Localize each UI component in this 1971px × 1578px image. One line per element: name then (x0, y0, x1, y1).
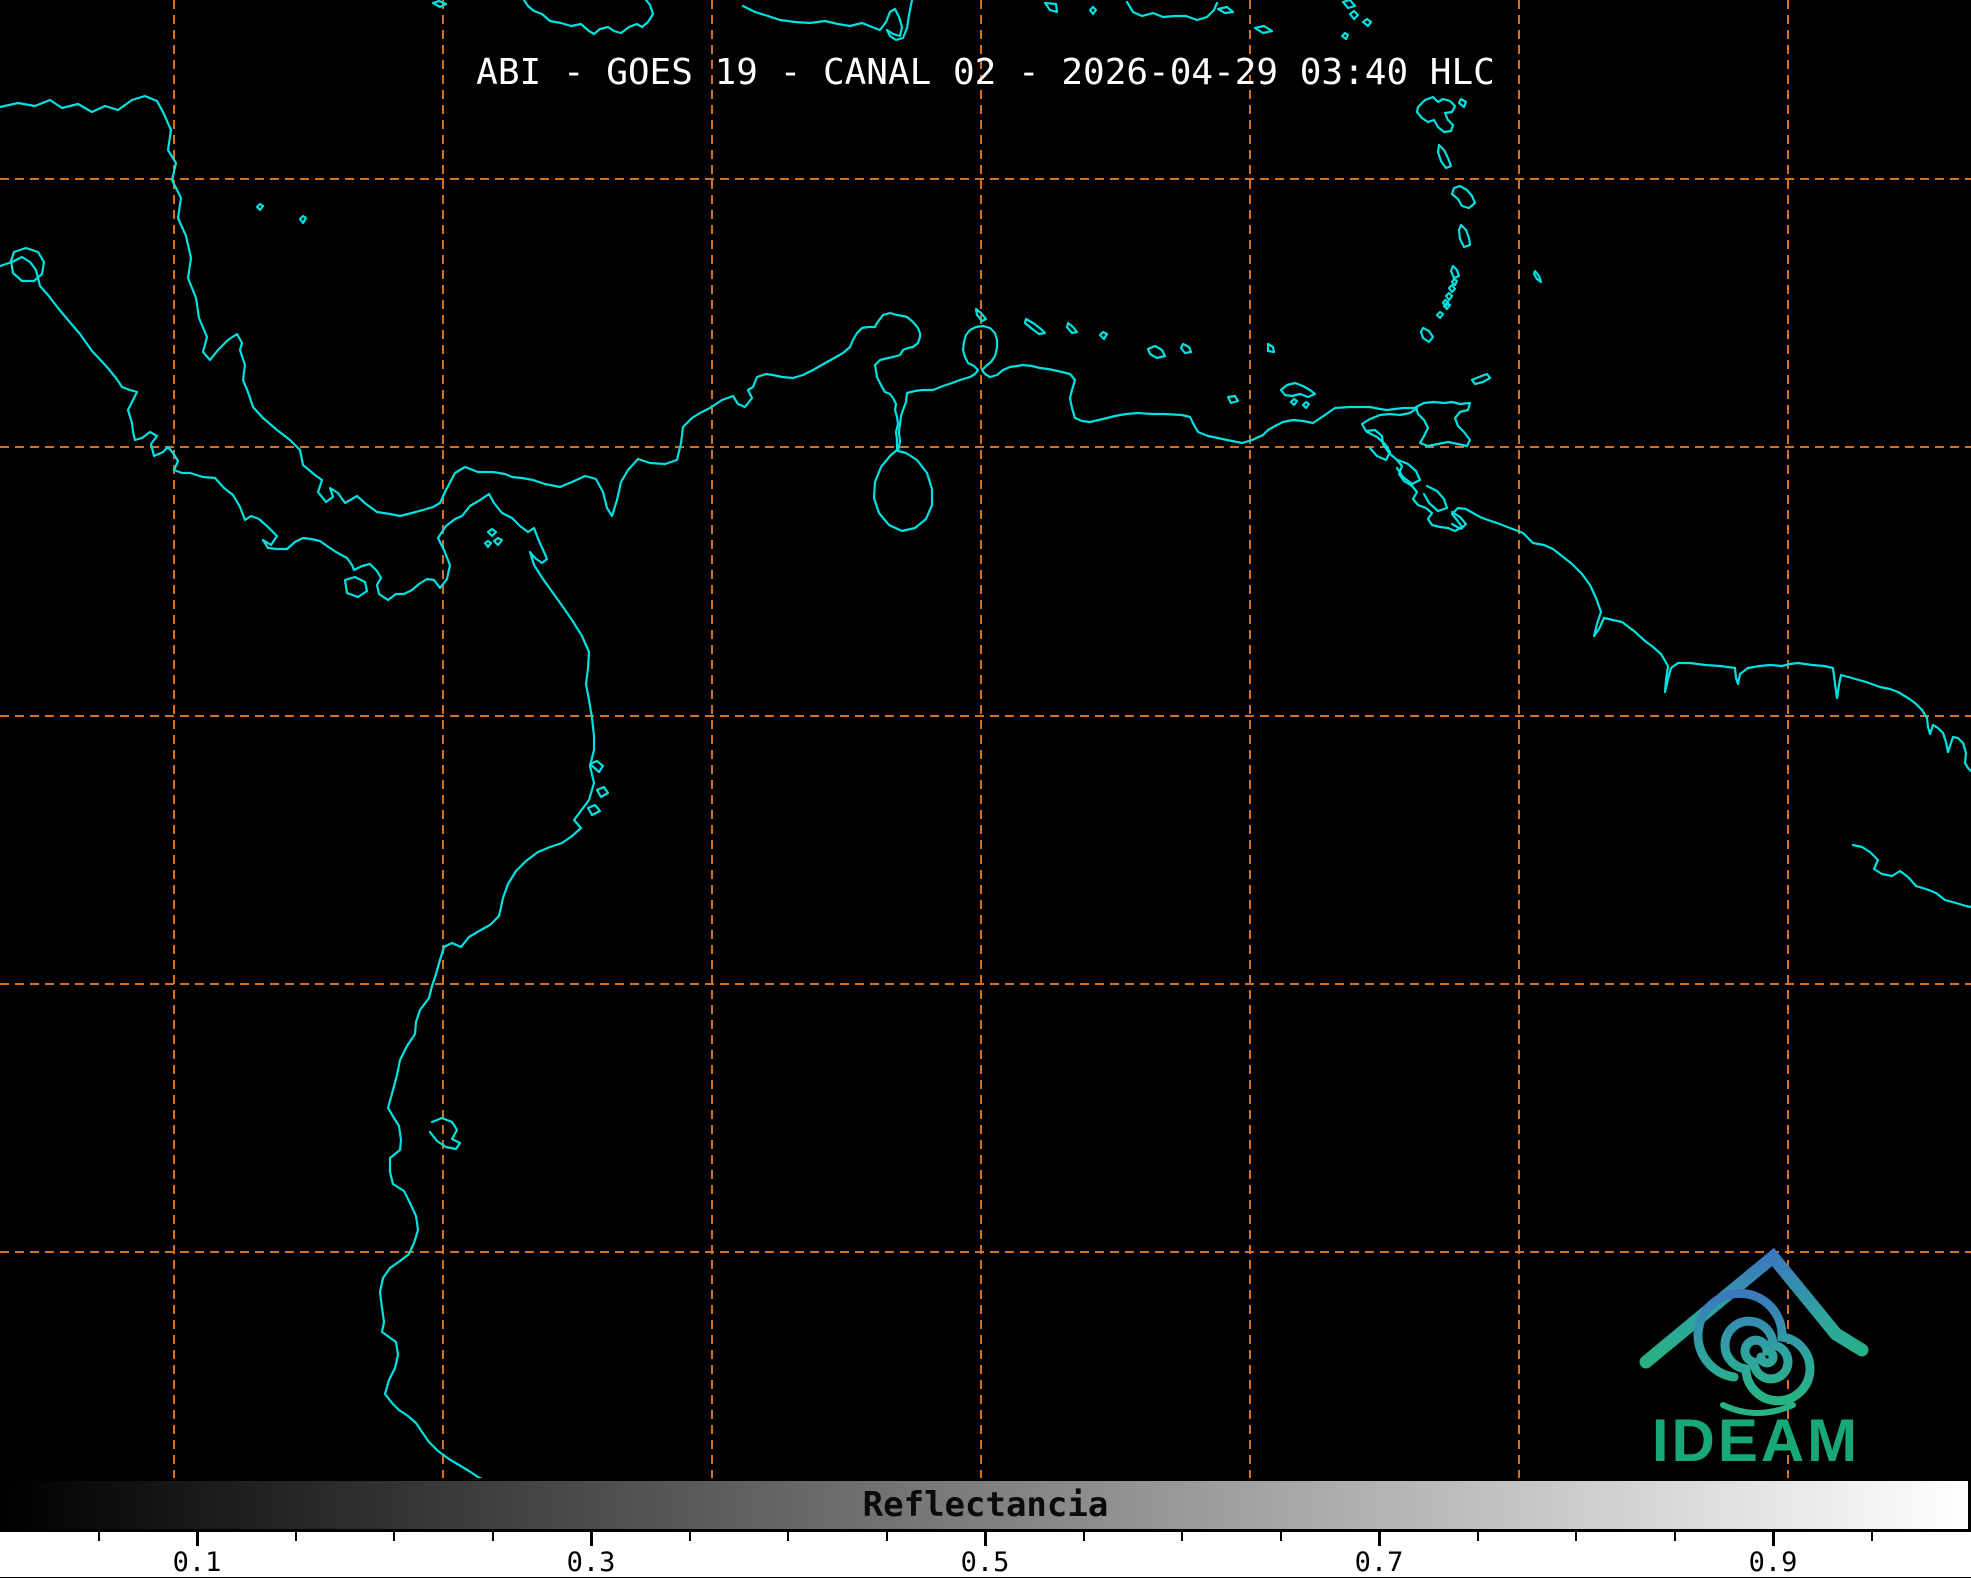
island-outline (257, 204, 263, 210)
coastline (524, 0, 653, 34)
island-outline (1067, 323, 1077, 333)
island-outline (1421, 328, 1433, 342)
colorbar-label: Reflectancia (0, 1478, 1971, 1532)
colorbar-minor-tick (295, 1532, 297, 1541)
island-outline (1218, 7, 1233, 13)
island-outline (1437, 312, 1443, 318)
island-outline (11, 248, 44, 281)
island-outline (1438, 145, 1451, 168)
island-outline (588, 805, 600, 815)
island-outline (1291, 399, 1297, 405)
colorbar-tick-label: 0.3 (546, 1547, 636, 1578)
colorbar-major-tick (1378, 1532, 1381, 1546)
island-outline (1100, 332, 1107, 339)
image-title: ABI - GOES 19 - CANAL 02 - 2026-04-29 03… (0, 52, 1971, 93)
island-outline (1045, 3, 1057, 12)
coastline (1424, 486, 1447, 511)
island-outline (488, 529, 496, 536)
satellite-image-page: { "title": "ABI - GOES 19 - CANAL 02 - 2… (0, 0, 1971, 1577)
logo-mountain-icon (1646, 1257, 1862, 1362)
colorbar-minor-tick (1674, 1532, 1676, 1541)
colorbar-minor-tick (98, 1532, 100, 1541)
colorbar-minor-tick (1477, 1532, 1479, 1541)
coastline (0, 257, 594, 1478)
coastline (743, 0, 912, 40)
island-outline (1451, 266, 1459, 278)
island-outline (494, 538, 502, 545)
colorbar-tick-label: 0.7 (1334, 1547, 1424, 1578)
island-outline (1228, 396, 1238, 403)
island-outline (1350, 11, 1358, 19)
colorbar-tick-label: 0.1 (152, 1547, 242, 1578)
coastline (1127, 2, 1217, 20)
island-outline (1446, 293, 1452, 300)
island-outline (1148, 346, 1165, 358)
colorbar-minor-tick (787, 1532, 789, 1541)
colorbar-minor-tick (1181, 1532, 1183, 1541)
island-outline (1343, 0, 1355, 8)
island-outline (300, 216, 306, 223)
island-outline (345, 577, 367, 597)
colorbar-major-tick (1772, 1532, 1775, 1546)
island-outline (1303, 402, 1309, 408)
island-outline (597, 787, 608, 797)
island-outline (1025, 319, 1045, 334)
colorbar-minor-tick (886, 1532, 888, 1541)
colorbar-minor-tick (1280, 1532, 1282, 1541)
island-outline (1534, 271, 1541, 282)
island-outline (485, 541, 491, 547)
coastline (1452, 512, 1466, 529)
colorbar-major-tick (196, 1532, 199, 1546)
colorbar-minor-tick (393, 1532, 395, 1541)
ideam-logo: IDEAM (1628, 1246, 1880, 1478)
island-outline (433, 1, 446, 7)
island-outline (1449, 285, 1455, 292)
colorbar-axis: 0.1 0.3 0.5 0.7 0.9 (0, 1532, 1971, 1577)
island-outline (1255, 26, 1272, 33)
island-outline (1342, 33, 1348, 39)
island-outline (1281, 383, 1315, 397)
island-outline (1459, 99, 1466, 107)
colorbar-major-tick (590, 1532, 593, 1546)
island-outline (1090, 7, 1096, 14)
coastline (1853, 845, 1971, 907)
island-outline (1268, 344, 1274, 352)
island-outline (1181, 344, 1191, 353)
island-outline (1363, 19, 1371, 26)
logo-text: IDEAM (1652, 1407, 1860, 1474)
island-outline (1417, 97, 1455, 132)
colorbar-tick-label: 0.9 (1728, 1547, 1818, 1578)
coastline (430, 1118, 460, 1149)
colorbar-minor-tick (1575, 1532, 1577, 1541)
colorbar-tick-label: 0.5 (940, 1547, 1030, 1578)
island-outline (1452, 186, 1475, 208)
island-outline (1472, 374, 1490, 384)
island-outline (1452, 279, 1457, 285)
island-outline (1459, 225, 1470, 247)
colorbar-major-tick (984, 1532, 987, 1546)
colorbar-minor-tick (492, 1532, 494, 1541)
colorbar-minor-tick (1083, 1532, 1085, 1541)
colorbar-minor-tick (689, 1532, 691, 1541)
colorbar-minor-tick (1871, 1532, 1873, 1541)
island-outline (1416, 402, 1470, 446)
coastline (0, 96, 1971, 771)
